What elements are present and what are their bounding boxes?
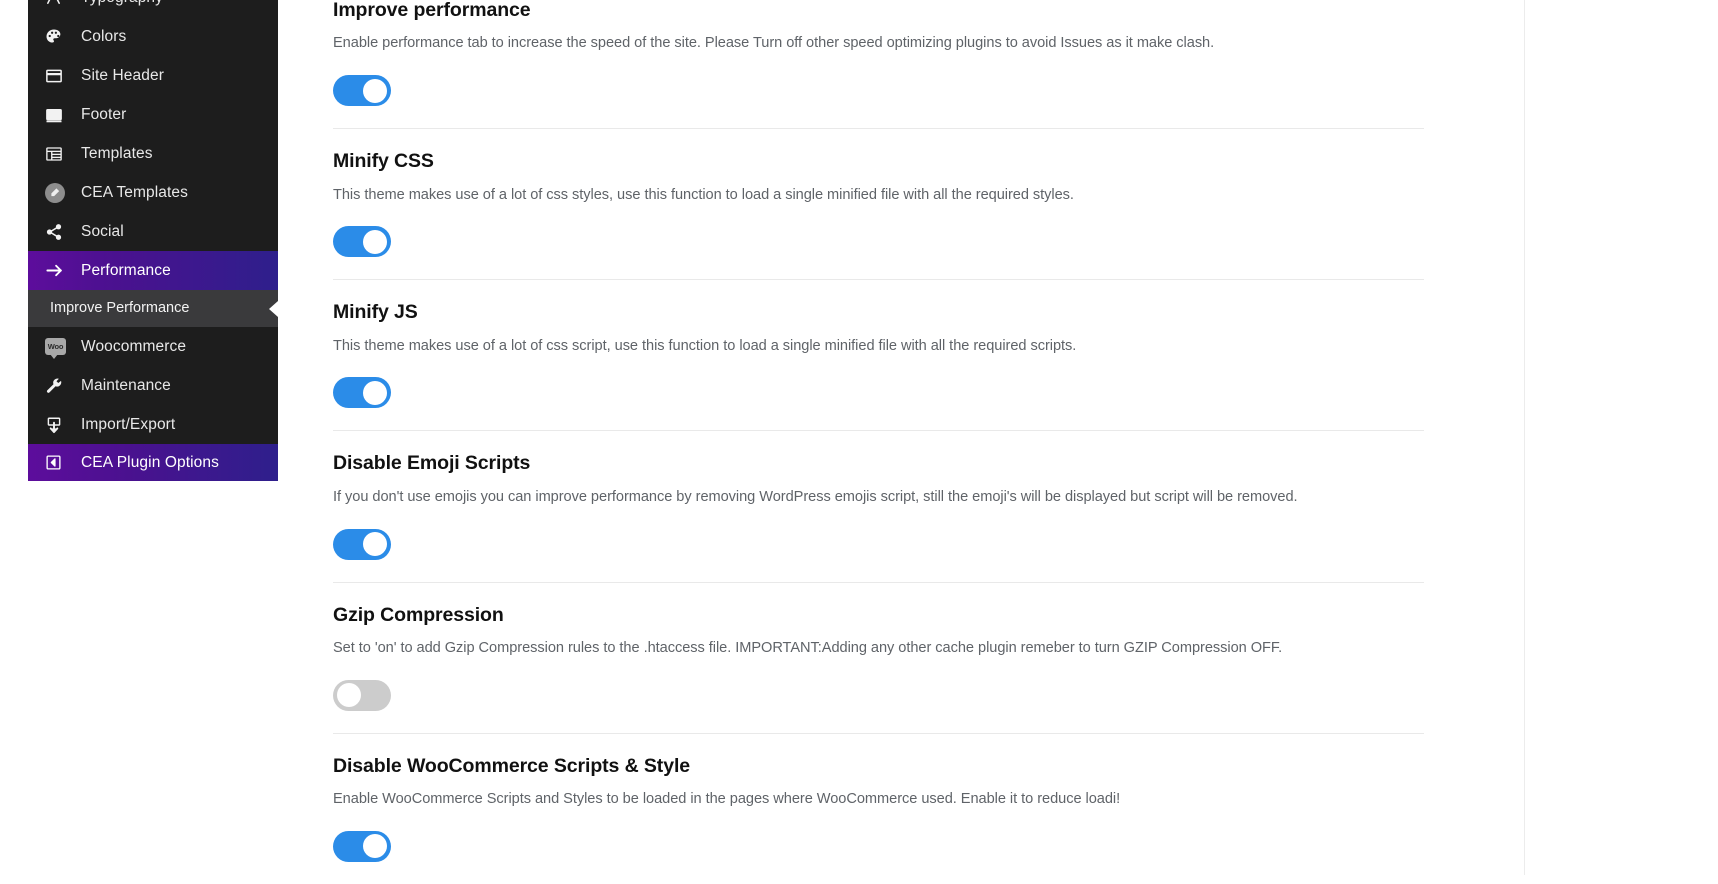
setting-title: Minify JS bbox=[333, 301, 418, 324]
sidebar-item-label: Colors bbox=[81, 27, 127, 45]
settings-list: Improve performance Enable performance t… bbox=[278, 0, 1475, 884]
sidebar-item-import-export[interactable]: Import/Export bbox=[28, 405, 278, 444]
settings-main-panel: Improve performance Enable performance t… bbox=[278, 0, 1525, 875]
setting-block-disable-woocommerce-scripts-style: Disable WooCommerce Scripts & Style Enab… bbox=[333, 734, 1424, 884]
toggle-knob bbox=[363, 229, 387, 254]
setting-title: Improve performance bbox=[333, 0, 531, 21]
performance-settings-page: Typography Colors Site Header Footer Tem bbox=[0, 0, 1718, 875]
setting-description: Enable WooCommerce Scripts and Styles to… bbox=[333, 791, 1121, 808]
caret-left-icon bbox=[269, 300, 278, 317]
toggle-minify-js[interactable] bbox=[333, 377, 391, 409]
setting-title: Disable WooCommerce Scripts & Style bbox=[333, 754, 691, 777]
sidebar-item-site-header[interactable]: Site Header bbox=[28, 56, 278, 95]
setting-block-minify-js: Minify JS This theme makes use of a lot … bbox=[333, 280, 1424, 432]
sidebar-item-label: Performance bbox=[81, 261, 171, 279]
setting-title: Gzip Compression bbox=[333, 603, 504, 626]
toggle-minify-css[interactable] bbox=[333, 226, 391, 258]
setting-description: This theme makes use of a lot of css sty… bbox=[333, 186, 1074, 203]
cea-circle-glyph bbox=[45, 182, 65, 203]
sidebar-item-label: Social bbox=[81, 222, 124, 240]
templates-icon bbox=[45, 145, 71, 163]
footer-icon bbox=[45, 106, 71, 124]
toggle-knob bbox=[337, 683, 361, 708]
toggle-knob bbox=[363, 834, 387, 859]
arrow-right-icon bbox=[45, 261, 71, 280]
sidebar-item-label: Footer bbox=[81, 105, 127, 123]
toggle-disable-emoji-scripts[interactable] bbox=[333, 528, 391, 560]
wrench-icon bbox=[45, 377, 71, 395]
toggle-disable-woocommerce-scripts-style[interactable] bbox=[333, 830, 391, 862]
sidebar-item-label: Typography bbox=[81, 0, 163, 5]
sidebar-subitem-label: Improve Performance bbox=[50, 300, 190, 317]
sidebar-item-templates[interactable]: Templates bbox=[28, 134, 278, 173]
sidebar-subitem-improve-performance[interactable]: Improve Performance bbox=[28, 290, 278, 327]
sidebar-item-typography[interactable]: Typography bbox=[28, 0, 278, 17]
sidebar-item-cea-templates[interactable]: CEA Templates bbox=[28, 173, 278, 212]
sidebar-item-cea-plugin-options[interactable]: CEA Plugin Options bbox=[28, 444, 278, 481]
toggle-improve-performance[interactable] bbox=[333, 75, 391, 107]
sidebar-item-footer[interactable]: Footer bbox=[28, 95, 278, 134]
setting-block-disable-emoji-scripts: Disable Emoji Scripts If you don't use e… bbox=[333, 431, 1424, 583]
toggle-knob bbox=[363, 78, 387, 103]
woo-icon: Woo bbox=[45, 338, 71, 359]
typography-icon bbox=[45, 0, 71, 6]
sidebar-navigation: Typography Colors Site Header Footer Tem bbox=[28, 0, 278, 481]
cea-templates-icon bbox=[45, 182, 71, 203]
share-icon bbox=[45, 223, 71, 241]
setting-description: If you don't use emojis you can improve … bbox=[333, 488, 1298, 505]
sidebar-item-woocommerce[interactable]: Woo Woocommerce bbox=[28, 327, 278, 366]
sidebar-item-maintenance[interactable]: Maintenance bbox=[28, 366, 278, 405]
sidebar-item-label: Site Header bbox=[81, 66, 164, 84]
setting-description: Set to 'on' to add Gzip Compression rule… bbox=[333, 640, 1283, 657]
sidebar-item-social[interactable]: Social bbox=[28, 212, 278, 251]
site-header-icon bbox=[45, 67, 71, 85]
setting-block-minify-css: Minify CSS This theme makes use of a lot… bbox=[333, 129, 1424, 281]
sidebar-item-label: Templates bbox=[81, 144, 153, 162]
sidebar-item-label: Maintenance bbox=[81, 376, 171, 394]
setting-description: This theme makes use of a lot of css scr… bbox=[333, 337, 1077, 354]
sidebar-item-label: Woocommerce bbox=[81, 337, 187, 355]
setting-description: Enable performance tab to increase the s… bbox=[333, 35, 1215, 52]
toggle-knob bbox=[363, 380, 387, 405]
palette-icon bbox=[45, 28, 71, 46]
right-gutter bbox=[1525, 0, 1718, 875]
import-export-icon bbox=[45, 416, 71, 434]
setting-block-improve-performance: Improve performance Enable performance t… bbox=[333, 0, 1424, 130]
sidebar-item-performance[interactable]: Performance bbox=[28, 251, 278, 290]
woo-badge-glyph: Woo bbox=[45, 338, 66, 359]
setting-block-gzip-compression: Gzip Compression Set to 'on' to add Gzip… bbox=[333, 583, 1424, 734]
setting-title: Minify CSS bbox=[333, 150, 434, 173]
sidebar-item-colors[interactable]: Colors bbox=[28, 17, 278, 56]
plugin-options-icon bbox=[45, 454, 71, 471]
sidebar-item-label: Import/Export bbox=[81, 415, 176, 433]
sidebar-item-label: CEA Plugin Options bbox=[81, 453, 219, 471]
setting-title: Disable Emoji Scripts bbox=[333, 452, 531, 475]
toggle-gzip-compression[interactable] bbox=[333, 679, 391, 711]
sidebar-item-label: CEA Templates bbox=[81, 183, 188, 201]
toggle-knob bbox=[363, 532, 387, 557]
